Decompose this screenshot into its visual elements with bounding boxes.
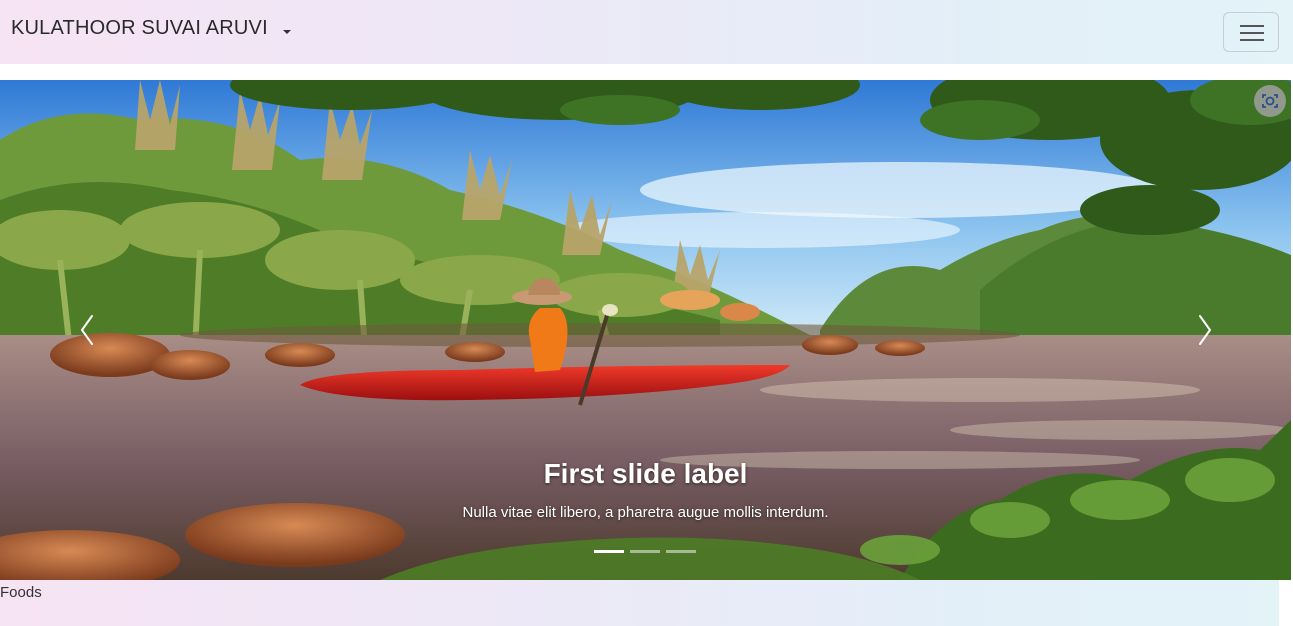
carousel-indicator-2[interactable] xyxy=(630,550,660,553)
chevron-right-icon xyxy=(1199,315,1211,345)
image-search-icon xyxy=(1262,94,1278,108)
image-search-button[interactable] xyxy=(1254,85,1286,117)
section-label: Foods xyxy=(0,584,42,601)
carousel-indicator-1[interactable] xyxy=(594,550,624,553)
caret-down-icon[interactable] xyxy=(280,27,294,37)
chevron-left-icon xyxy=(81,315,93,345)
brand-link[interactable]: KULATHOOR SUVAI ARUVI xyxy=(11,17,268,40)
slide-title: First slide label xyxy=(543,458,748,489)
carousel-next-button[interactable] xyxy=(1190,310,1220,350)
section-strip: Foods xyxy=(0,580,1279,626)
slide-text: Nulla vitae elit libero, a pharetra augu… xyxy=(462,504,829,521)
carousel-indicator-3[interactable] xyxy=(666,550,696,553)
navbar: KULATHOOR SUVAI ARUVI xyxy=(0,0,1293,64)
hamburger-menu-icon xyxy=(1240,25,1264,27)
navbar-toggler-button[interactable] xyxy=(1223,12,1279,52)
carousel-prev-button[interactable] xyxy=(72,310,102,350)
carousel: First slide label Nulla vitae elit liber… xyxy=(0,80,1291,580)
